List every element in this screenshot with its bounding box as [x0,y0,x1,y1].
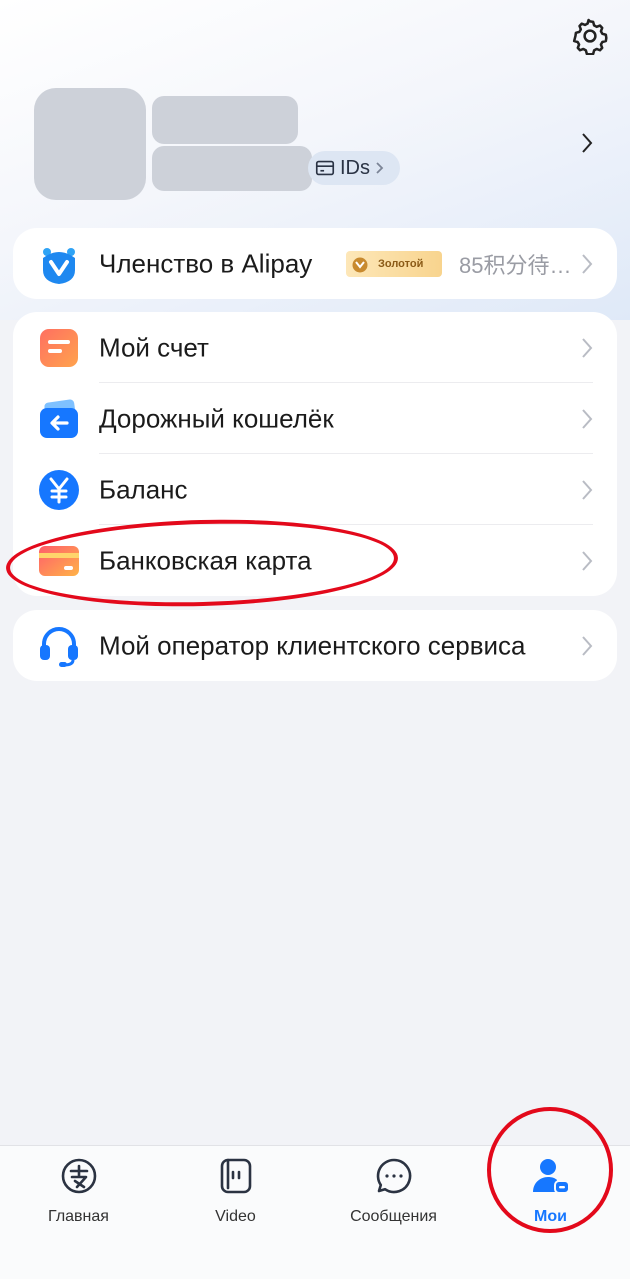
travel-wallet-icon [40,399,78,438]
tab-home[interactable]: Главная [0,1146,157,1256]
membership-label: Членство в Alipay [99,248,313,278]
menu-item-travel-wallet[interactable]: Дорожный кошелёк [13,383,617,454]
bank-card-label: Банковская карта [99,545,312,575]
messages-icon [376,1158,411,1194]
membership-badge-label: Золотой [378,257,424,270]
profile-chevron-icon[interactable] [572,128,602,158]
account-label: Мой счет [99,332,209,362]
ids-button[interactable]: IDs [308,151,400,185]
membership-row[interactable]: Членство в Alipay Золотой 85积分待… [13,228,617,299]
chevron-right-icon [582,337,593,358]
chevron-right-icon [582,550,593,571]
menu-item-account[interactable]: Мой счет [13,312,617,383]
membership-v-icon [43,247,75,284]
alipay-home-icon [61,1158,96,1194]
support-card: Мой оператор клиентского сервиса [13,610,617,681]
chevron-right-icon [376,162,384,174]
video-icon [220,1158,251,1194]
tab-profile[interactable]: Мои [472,1146,629,1256]
balance-label: Баланс [99,474,188,504]
membership-points: 85积分待… [459,252,572,278]
tab-messages[interactable]: Сообщения [315,1146,472,1256]
avatar[interactable] [34,88,146,200]
account-bill-icon [40,328,78,367]
menu-item-bank-card[interactable]: Банковская карта [13,525,617,596]
tab-messages-label: Сообщения [350,1208,437,1225]
bank-card-icon [39,545,79,576]
tab-profile-label: Мои [534,1208,567,1225]
yuan-coin-icon [39,469,79,510]
membership-badge: Золотой [346,250,442,277]
tab-video-label: Video [215,1208,256,1225]
ids-label: IDs [340,156,370,179]
profile-header[interactable]: IDs [0,0,630,210]
headset-icon [40,626,78,667]
tab-home-label: Главная [48,1208,109,1225]
chevron-right-icon [582,635,593,656]
finance-menu-card: Мой счет Дорожный кошелёк Баланс Банковс… [13,312,617,596]
menu-item-support[interactable]: Мой оператор клиентского сервиса [13,610,617,681]
menu-item-balance[interactable]: Баланс [13,454,617,525]
bottom-tab-bar: Главная Video Сообщения Мои [0,1145,630,1279]
membership-card[interactable]: Членство в Alipay Золотой 85积分待… [13,228,617,299]
chevron-right-icon [582,253,593,274]
tab-video[interactable]: Video [157,1146,314,1256]
user-account-placeholder [152,146,312,191]
support-label: Мой оператор клиентского сервиса [99,630,526,660]
chevron-right-icon [582,479,593,500]
wallet-card-icon [315,160,335,176]
user-name-placeholder [152,96,298,144]
medal-icon [352,257,368,272]
travel-wallet-label: Дорожный кошелёк [99,403,334,433]
profile-icon [532,1159,570,1194]
chevron-right-icon [582,408,593,429]
